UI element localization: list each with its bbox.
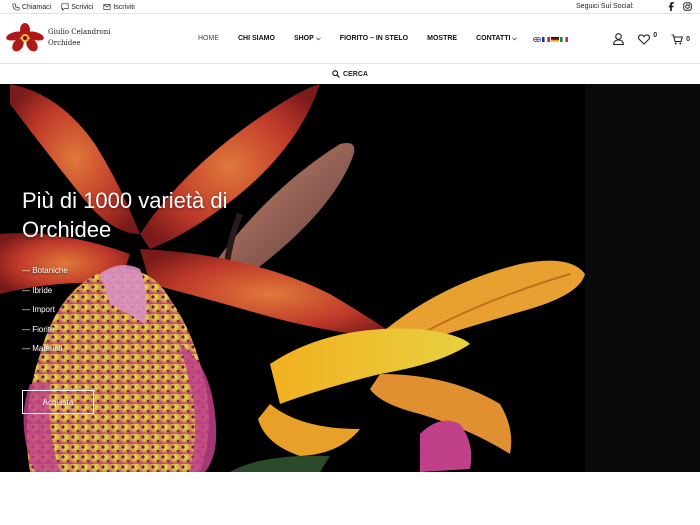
contact-links: Chiamaci Scrivici Iscriviti: [12, 3, 135, 11]
nav-shop[interactable]: SHOP: [294, 35, 321, 42]
site-header: Giulio Celandroni Orchidee HOME CHI SIAM…: [0, 15, 700, 64]
logo-line-1: Giulio Celandroni: [48, 28, 111, 36]
main-nav: HOME CHI SIAMO SHOP FIORITO – IN STELO M…: [198, 35, 536, 42]
nav-fiorito-label: FIORITO – IN STELO: [339, 35, 409, 42]
chevron-down-icon: [315, 36, 321, 40]
search-icon: [332, 70, 340, 78]
nav-home-label: HOME: [198, 35, 219, 42]
logo[interactable]: Giulio Celandroni Orchidee: [6, 23, 110, 53]
cart-count: 0: [686, 35, 690, 43]
orchid-logo-icon: [6, 23, 44, 52]
call-label: Chiamaci: [22, 3, 52, 11]
subscribe-label: Iscriviti: [113, 3, 135, 11]
language-flags: [533, 37, 568, 42]
facebook-icon[interactable]: [668, 2, 674, 11]
call-link[interactable]: Chiamaci: [12, 3, 51, 11]
category-materiali[interactable]: — Materiali: [22, 344, 68, 364]
logo-text: Giulio Celandroni Orchidee: [48, 27, 110, 49]
heart-icon: [638, 33, 651, 45]
search-label: CERCA: [343, 70, 368, 78]
write-link[interactable]: Scrivici: [61, 3, 93, 11]
flag-fr-icon[interactable]: [542, 37, 550, 42]
nav-mostre[interactable]: MOSTRE: [427, 35, 457, 42]
phone-icon: [12, 3, 20, 11]
write-label: Scrivici: [71, 3, 94, 11]
wishlist-button[interactable]: 0: [638, 31, 658, 45]
user-icon: [613, 33, 625, 45]
hero-category-list: — Botaniche — Ibride — Import — Fiorite …: [22, 266, 68, 364]
social-label: Seguici Sui Social:: [576, 3, 634, 10]
header-actions: 0 0: [613, 31, 690, 45]
flag-uk-icon[interactable]: [533, 37, 541, 42]
account-button[interactable]: [613, 33, 625, 45]
nav-fiorito[interactable]: FIORITO – IN STELO: [340, 35, 408, 42]
orchid-hero-image: [0, 84, 700, 472]
hero-title: Più di 1000 varietà di Orchidee: [22, 188, 228, 242]
subscribe-link[interactable]: Iscriviti: [103, 3, 135, 11]
top-bar: Chiamaci Scrivici Iscriviti Seguici Sui …: [0, 0, 700, 14]
logo-line-2: Orchidee: [48, 39, 81, 47]
nav-home[interactable]: HOME: [198, 35, 219, 42]
category-import[interactable]: — Import: [22, 305, 68, 325]
nav-chi-siamo[interactable]: CHI SIAMO: [238, 35, 275, 42]
cart-icon: [671, 33, 684, 44]
hero-banner: Più di 1000 varietà di Orchidee — Botani…: [0, 84, 700, 472]
wishlist-count: 0: [653, 31, 658, 39]
flag-de-icon[interactable]: [551, 37, 559, 42]
nav-chi-siamo-label: CHI SIAMO: [238, 35, 275, 42]
nav-shop-label: SHOP: [293, 35, 314, 42]
cart-button[interactable]: 0: [671, 33, 690, 45]
instagram-icon[interactable]: [683, 2, 692, 11]
acquista-button[interactable]: Acquista: [22, 390, 94, 414]
chat-icon: [61, 3, 69, 11]
flag-it-icon[interactable]: [560, 37, 568, 42]
nav-contatti-label: CONTATTI: [476, 35, 511, 42]
search-bar[interactable]: CERCA: [0, 64, 700, 84]
social-links: [668, 2, 692, 11]
nav-mostre-label: MOSTRE: [427, 35, 458, 42]
mail-icon: [103, 4, 111, 10]
category-ibride[interactable]: — Ibride: [22, 286, 68, 306]
category-fiorite[interactable]: — Fiorite: [22, 325, 68, 345]
category-botaniche[interactable]: — Botaniche: [22, 266, 68, 286]
nav-contatti[interactable]: CONTATTI: [476, 35, 518, 42]
chevron-down-icon: [512, 36, 518, 40]
